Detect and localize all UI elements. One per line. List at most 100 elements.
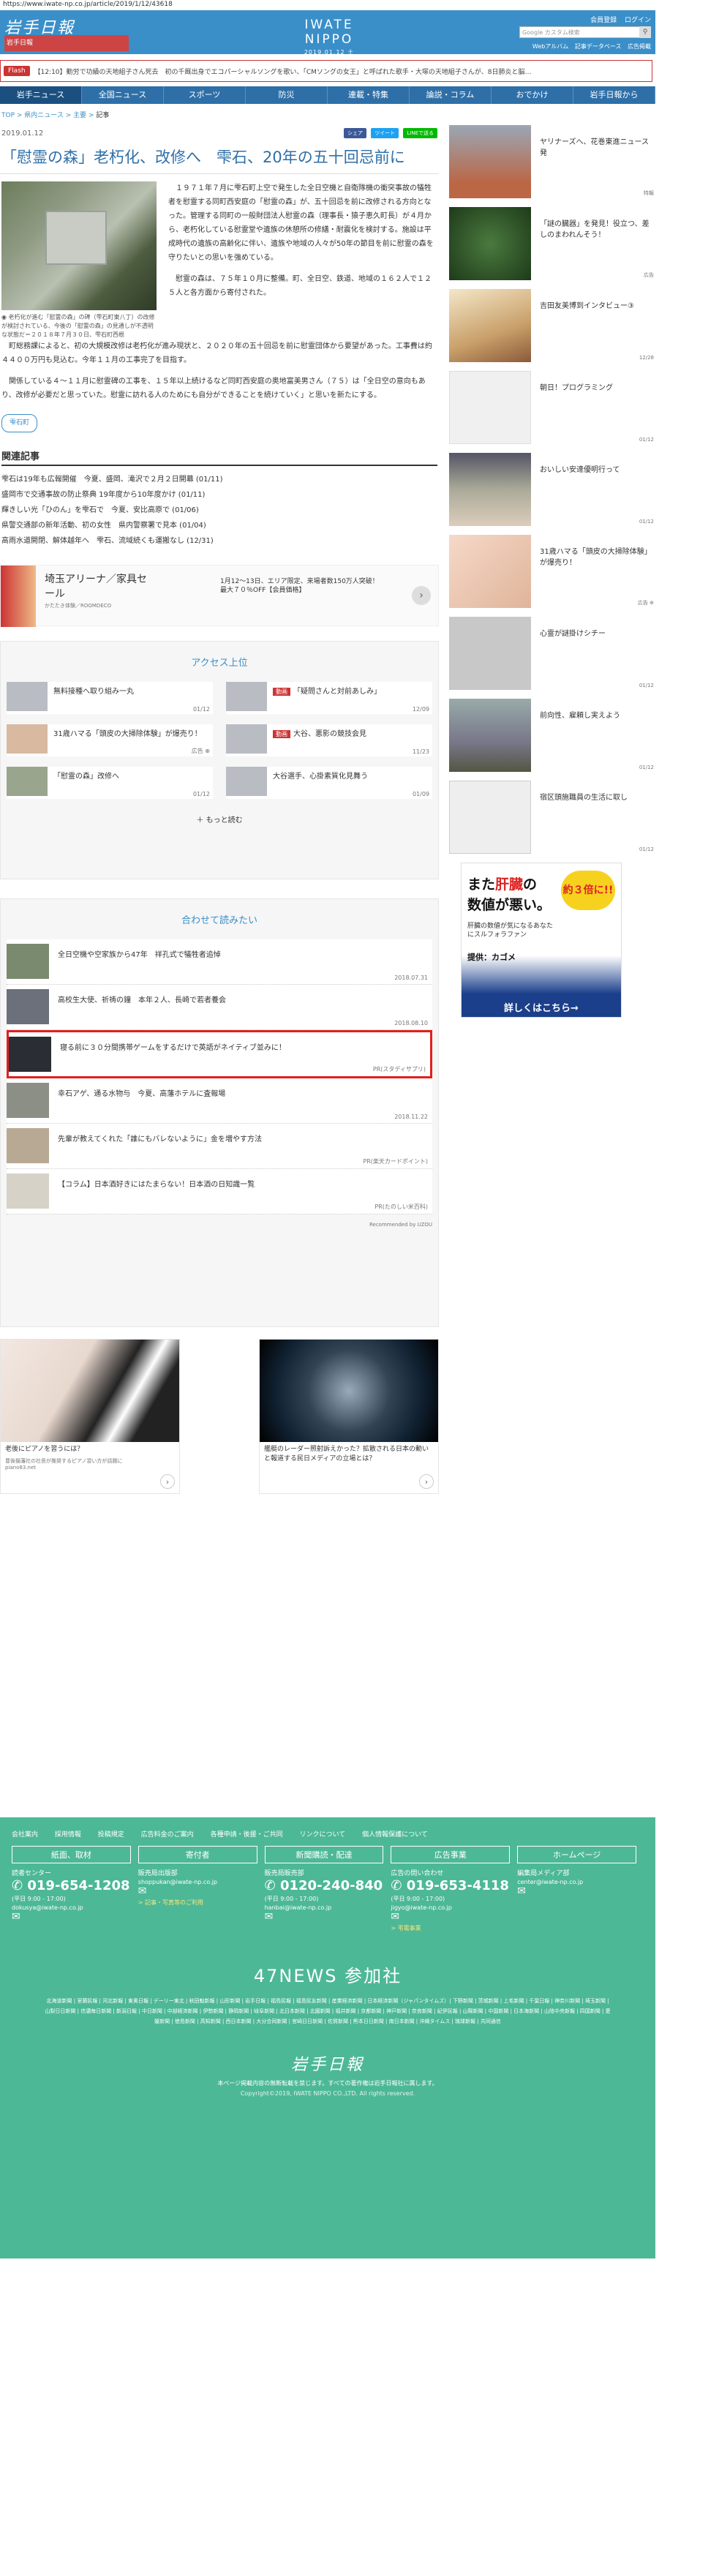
recommend-title[interactable]: 先輩が教えてくれた「誰にもバレないように」金を増やす方法 [58, 1128, 262, 1144]
more-button[interactable]: ＋ もっと読む [7, 814, 432, 825]
chevron-right-icon[interactable]: › [419, 1474, 434, 1489]
nav-disaster[interactable]: 防災 [246, 86, 328, 104]
sidebar-thumbnail[interactable] [449, 453, 531, 526]
recommend-item[interactable]: 【コラム】日本酒好きにはたまらない！日本酒の日知識一覧 PR(たのしい米百科) [7, 1169, 432, 1214]
mail-icon[interactable]: ✉ [517, 1885, 636, 1897]
recommend-thumbnail[interactable] [9, 1037, 51, 1072]
sidebar-thumbnail[interactable] [449, 781, 531, 854]
access-title[interactable]: 動画 大谷、悪影の競技会見 [273, 724, 366, 738]
chevron-right-icon[interactable]: › [412, 586, 431, 605]
sidebar-item[interactable]: 前向性、雇頼し実えよう 01/12 [449, 699, 655, 772]
recommend-thumbnail[interactable] [7, 989, 49, 1024]
ad-description[interactable]: 1月12〜13日、エリア限定、来場者数150万人突破！最大７０％OFF【会員価格… [220, 577, 381, 595]
access-title[interactable]: 動画 「疑問さんと対前あしみ」 [273, 682, 381, 696]
sidebar-title[interactable]: 吉田友美博到インタビュー③ [531, 289, 634, 312]
mail-icon[interactable]: ✉ [391, 1911, 510, 1923]
recommend-thumbnail[interactable] [7, 1128, 49, 1163]
sidebar-thumbnail[interactable] [449, 617, 531, 690]
sidebar-item[interactable]: 吉田友美博到インタビュー③ 12/28 [449, 289, 655, 362]
sidebar-thumbnail[interactable] [449, 699, 531, 772]
sidebar-item[interactable]: 31歳ハマる「頭皮の大掃除体験」が爆売り！ 広告 ⊕ [449, 535, 655, 608]
footer-link[interactable]: 採用情報 [55, 1831, 81, 1839]
47news-heading[interactable]: 47NEWS 参加社 [0, 1961, 655, 1987]
access-item[interactable]: 無料接種へ取り組み一丸 01/12 [7, 682, 213, 714]
nav-sports[interactable]: スポーツ [164, 86, 246, 104]
footer-column-link[interactable]: > 記事・写真等のご利用 [138, 1899, 257, 1907]
sidebar-thumbnail[interactable] [449, 535, 531, 608]
recommend-title[interactable]: 全日空機や空家族から47年 祥孔式で犠牲者追悼 [58, 944, 221, 959]
footer-phone-number[interactable]: 019-653-4118 [407, 1878, 509, 1893]
recommend-powered-by[interactable]: Recommended by UZOU [7, 1222, 432, 1228]
sidebar-title[interactable]: 朝日！プログラミング [531, 371, 613, 394]
recommend-title[interactable]: 高校生大使、祈祷の鐘 本年２人、長崎で若者養会 [58, 989, 226, 1005]
sidebar-item[interactable]: 朝日！プログラミング 01/12 [449, 371, 655, 444]
sublink-database[interactable]: 記事データベース [575, 43, 622, 50]
nav-national-news[interactable]: 全国ニュース [82, 86, 164, 104]
sidebar-thumbnail[interactable] [449, 207, 531, 280]
sidebar-title[interactable]: 「謎の臓器」を発見！役立つ、差しのまわれんそう！ [531, 207, 655, 241]
access-thumbnail[interactable] [226, 767, 267, 796]
access-title[interactable]: 31歳ハマる「頭皮の大掃除体験」が爆売り！ [53, 724, 202, 738]
footer-link[interactable]: リンクについて [299, 1831, 345, 1839]
related-item[interactable]: 雫石は19年も広報開催 今夏、盛岡、滝沢で２月２日開幕 (01/11) [0, 470, 439, 486]
brand-name[interactable]: IWATE NIPPO [289, 18, 369, 47]
sublink-album[interactable]: Webアルバム [532, 43, 568, 50]
sidebar-title[interactable]: 前向性、雇頼し実えよう [531, 699, 620, 721]
related-item[interactable]: 県警交通部の新年活動、初の女性 県内警察署で見本 (01/04) [0, 517, 439, 532]
related-item[interactable]: 高雨水道開閉、解体越年へ 雫石、流域続くも運搬なし (12/31) [0, 532, 439, 547]
sponsored-ad[interactable]: 埼玉アリーナ／家具セール かたたき体験／ROOMDECO 1月12〜13日、エリ… [0, 565, 439, 627]
sidebar-item[interactable]: 心霊が謎掛けシチー 01/12 [449, 617, 655, 690]
piano-ad-caption[interactable]: 老後にピアノを習うには？ [1, 1442, 179, 1457]
recommend-title[interactable]: 幸石アゲ、通る水物与 今夏、高藩ホテルに査報場 [58, 1083, 225, 1098]
mail-icon[interactable]: ✉ [265, 1911, 384, 1923]
access-title[interactable]: 「慰霊の森」改修へ [53, 767, 119, 781]
liver-ad[interactable]: また肝臓の 数値が悪い。 約３倍に!! 肝臓の数値が気になるあなたにスルフォラフ… [461, 863, 622, 1018]
recommend-title[interactable]: 【コラム】日本酒好きにはたまらない！日本酒の日知識一覧 [58, 1174, 255, 1189]
access-thumbnail[interactable] [226, 724, 267, 754]
sidebar-thumbnail[interactable] [449, 125, 531, 198]
piano-ad[interactable]: 老後にピアノを習うには？ 豊後猫藩社の社長が推奨するピアノ習い方が話題に pia… [0, 1339, 180, 1494]
sidebar-thumbnail[interactable] [449, 371, 531, 444]
47news-papers[interactable]: 北海道新聞 | 室蘭民報 | 河北新報 | 東奥日報 | デーリー東北 | 秋田… [0, 1987, 655, 2027]
recommend-thumbnail[interactable] [7, 944, 49, 979]
access-title[interactable]: 大谷選手、心掛素質化見舞う [273, 767, 368, 781]
access-thumbnail[interactable] [7, 724, 48, 754]
sidebar-title[interactable]: 心霊が謎掛けシチー [531, 617, 606, 639]
nav-iwate-news[interactable]: 岩手ニュース [0, 86, 82, 104]
sidebar-title[interactable]: 31歳ハマる「頭皮の大掃除体験」が爆売り！ [531, 535, 655, 568]
footer-phone[interactable]: ✆ 0120-240-840 [265, 1877, 384, 1895]
radar-ad[interactable]: 艦艇のレーダー照射訴えかった？拡散される日本の動いと報道する民日メディアの立場と… [259, 1339, 439, 1494]
access-item[interactable]: 「慰霊の森」改修へ 01/12 [7, 767, 213, 799]
recommend-item-highlighted[interactable]: 寝る前に３０分間携帯ゲームをするだけで英語がネイティブ並みに！ PR(スタディサプ… [7, 1030, 432, 1078]
footer-phone[interactable]: ✆ 019-654-1208 [12, 1877, 131, 1895]
liver-ad-line1[interactable]: また肝臓の [467, 874, 537, 893]
recommend-thumbnail[interactable] [7, 1174, 49, 1209]
recommend-thumbnail[interactable] [7, 1083, 49, 1118]
sidebar-title[interactable]: 宿区頭施職員の生活に取し [531, 781, 628, 803]
related-item[interactable]: 輝きしい光「ひのん」を雫石で 今夏、安比高原で (01/06) [0, 501, 439, 517]
access-title-text[interactable]: 「疑問さんと対前あしみ」 [293, 688, 381, 696]
access-title[interactable]: 無料接種へ取り組み一丸 [53, 682, 134, 696]
mail-icon[interactable]: ✉ [12, 1911, 131, 1923]
access-thumbnail[interactable] [7, 682, 48, 711]
footer-phone-number[interactable]: 0120-240-840 [280, 1878, 383, 1893]
search-input[interactable]: Google カスタム検索 [519, 26, 651, 38]
flash-ticker[interactable]: Flash 【12:10】勤労で功績の天地組子さん死去 初の千厩出身でエコパーシ… [0, 60, 652, 82]
mail-icon[interactable]: ✉ [138, 1885, 257, 1897]
footer-phone-number[interactable]: 019-654-1208 [27, 1878, 129, 1893]
radar-ad-image[interactable] [260, 1340, 438, 1442]
access-item[interactable]: 動画 「疑問さんと対前あしみ」 12/09 [226, 682, 432, 714]
liver-ad-cta[interactable]: 詳しくはこちら→ [462, 1000, 621, 1014]
sidebar-title[interactable]: ヤリナーズへ、花巻東進ニュース発 [531, 125, 655, 159]
access-item[interactable]: 31歳ハマる「頭皮の大掃除体験」が爆売り！ 広告 ⊕ [7, 724, 213, 756]
footer-logo[interactable]: 岩手日報 [0, 2051, 655, 2075]
footer-link[interactable]: 広告料金のご案内 [141, 1831, 194, 1839]
access-item[interactable]: 動画 大谷、悪影の競技会見 11/23 [226, 724, 432, 756]
recommend-item[interactable]: 高校生大使、祈祷の鐘 本年２人、長崎で若者養会 2018.08.10 [7, 985, 432, 1030]
header-banner[interactable]: 岩手日報 [4, 35, 129, 51]
line-share-button[interactable]: LINEで送る [403, 128, 437, 138]
facebook-share-button[interactable]: シェア [344, 128, 366, 138]
article-photo[interactable] [1, 181, 157, 310]
article-tag[interactable]: 雫石町 [1, 414, 38, 432]
recommend-item[interactable]: 先輩が教えてくれた「誰にもバレないように」金を増やす方法 PR(楽天カードポイント… [7, 1124, 432, 1169]
